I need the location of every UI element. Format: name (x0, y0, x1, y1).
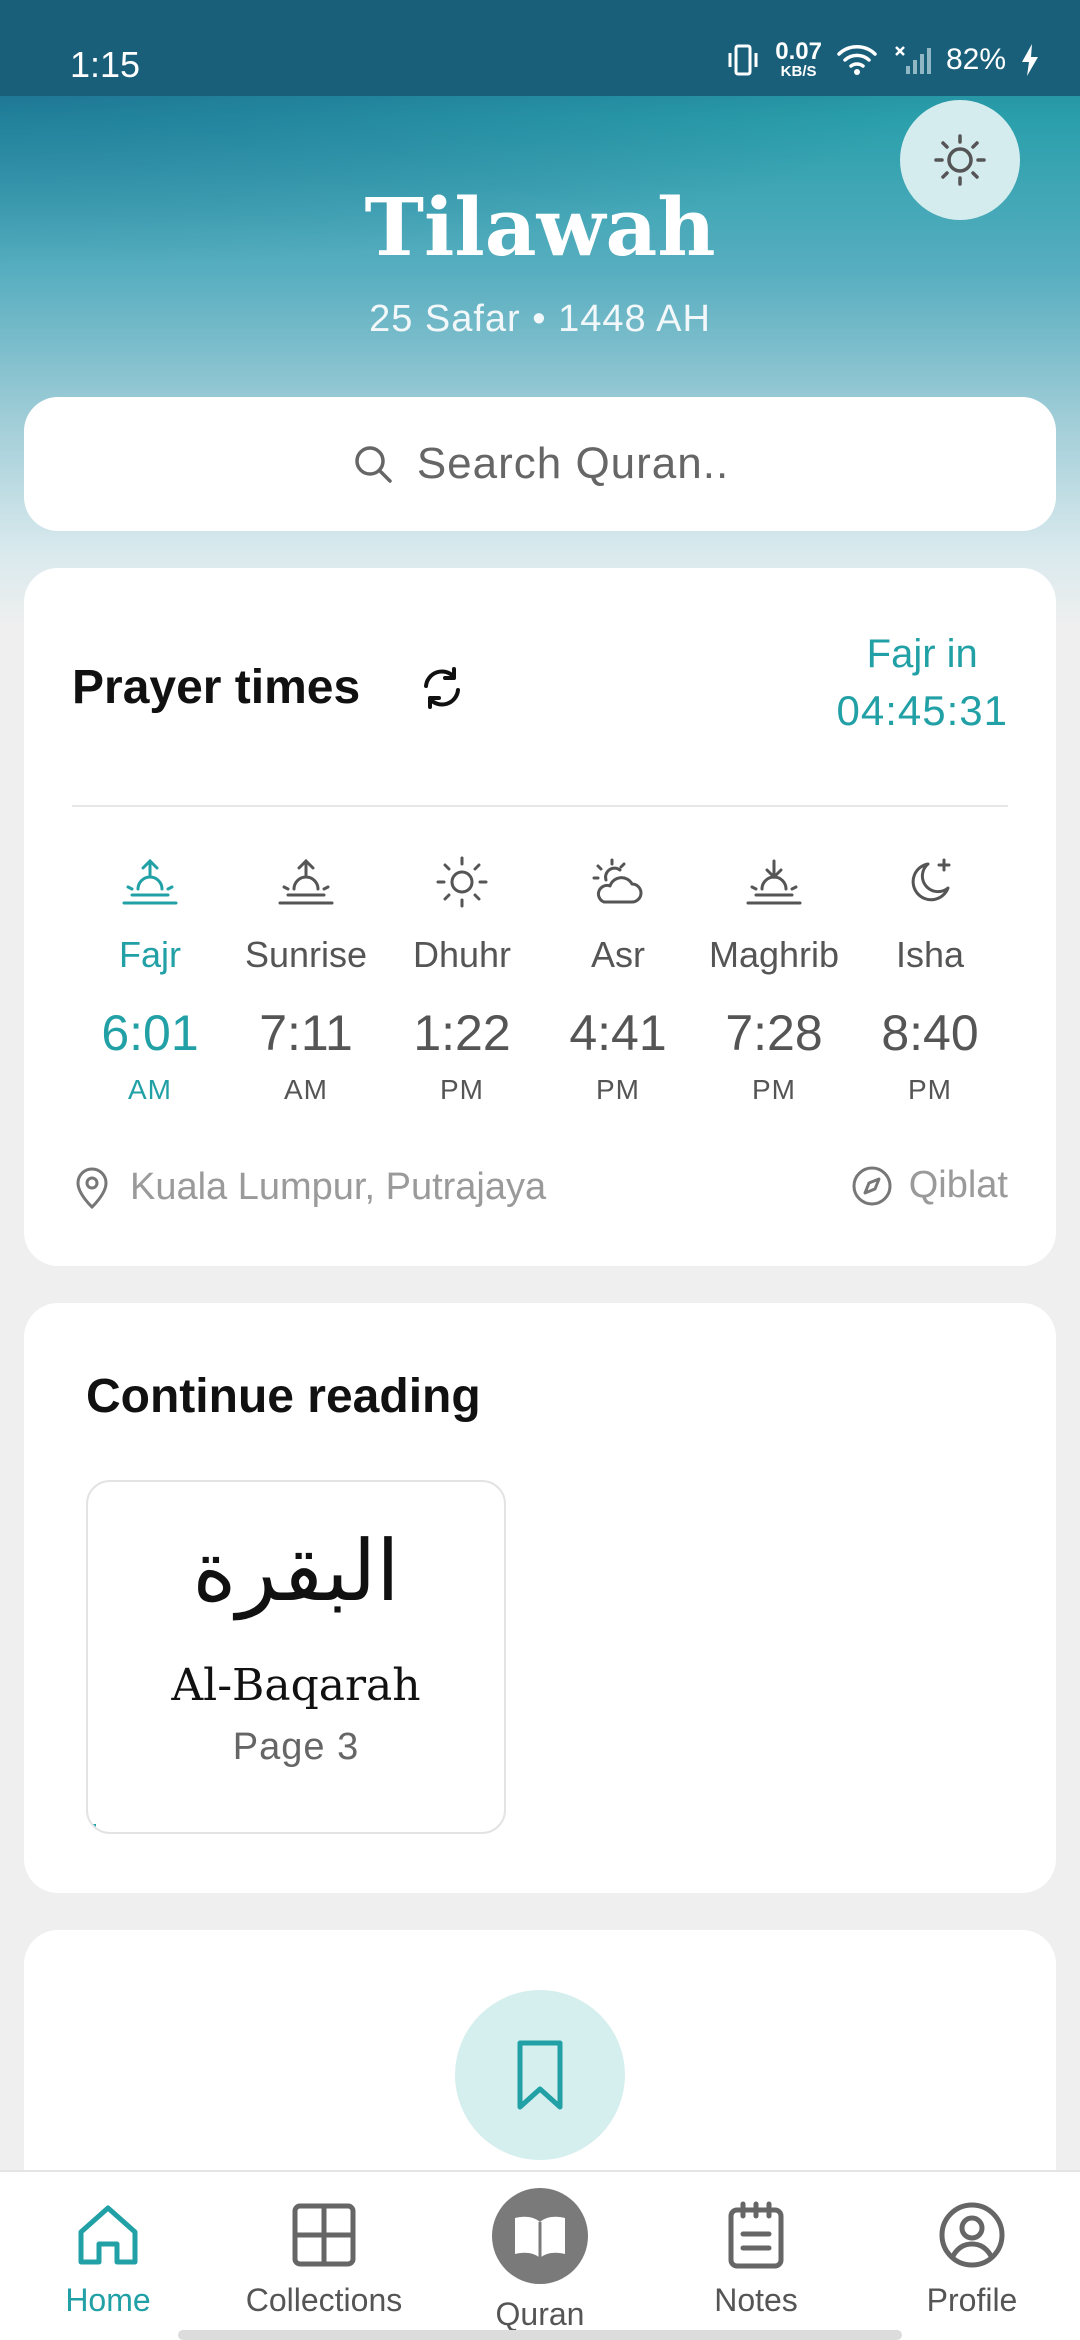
nav-notes-label: Notes (714, 2282, 798, 2318)
prayer-slot-fajr[interactable]: Fajr 6:01 AM (72, 850, 228, 1106)
prayer-slot-dhuhr[interactable]: Dhuhr 1:22 PM (384, 850, 540, 1106)
sunrise-up-icon (122, 858, 178, 905)
prayer-time: 7:11 (259, 1005, 353, 1061)
prayer-times-row: Fajr 6:01 AM Sunrise 7:11 AM Dhuhr 1:22 … (72, 850, 1008, 1106)
battery-percent: 82% (945, 42, 1006, 76)
sun-icon (436, 856, 488, 908)
notepad-icon (728, 2201, 784, 2269)
wifi-icon (837, 44, 877, 75)
status-time: 1:15 (70, 44, 141, 85)
app-title: Tilawah (364, 180, 716, 274)
location-pin-icon (76, 1167, 108, 1210)
bookmark-icon (517, 2040, 563, 2110)
network-speed-value: 0.07 (775, 38, 822, 65)
grid-icon (292, 2203, 356, 2267)
surah-arabic-name: البقرة (192, 1522, 400, 1620)
next-prayer-time: 04:45:31 (836, 687, 1008, 734)
prayer-slot-asr[interactable]: Asr 4:41 PM (540, 850, 696, 1106)
bookmark-button[interactable] (455, 1990, 625, 2160)
prayer-time: 1:22 (413, 1005, 511, 1061)
nav-notes[interactable]: Notes (656, 2200, 856, 2319)
prayer-ampm: PM (752, 1074, 796, 1105)
prayer-name: Fajr (119, 934, 181, 975)
next-prayer-countdown: Fajr in 04:45:31 (837, 632, 1009, 735)
prayer-slot-isha[interactable]: Isha 8:40 PM (852, 850, 1008, 1106)
divider (72, 805, 1008, 807)
network-speed: 0.07 KB/S (775, 38, 822, 80)
nav-collections[interactable]: Collections (224, 2200, 424, 2319)
home-icon (78, 2205, 138, 2265)
prayer-ampm: AM (128, 1074, 172, 1105)
hijri-date: 25 Safar • 1448 AH (369, 298, 711, 340)
continue-reading-title: Continue reading (86, 1370, 481, 1423)
location-selector[interactable]: Kuala Lumpur, Putrajaya (72, 1164, 546, 1210)
nav-home[interactable]: Home (8, 2200, 208, 2319)
prayer-ampm: PM (596, 1074, 640, 1105)
gesture-bar (178, 2330, 902, 2340)
nav-profile-label: Profile (926, 2282, 1018, 2318)
status-bar: 1:15 0.07 KB/S 82% (0, 0, 1080, 96)
prayer-time: 4:41 (569, 1005, 667, 1061)
prayer-ampm: PM (908, 1074, 952, 1105)
prayer-name: Dhuhr (412, 934, 512, 975)
prayer-name: Asr (591, 934, 645, 975)
refresh-icon[interactable] (414, 660, 470, 716)
signal-icon (895, 45, 931, 74)
prayer-name: Maghrib (708, 934, 840, 975)
prayer-ampm: AM (284, 1074, 328, 1105)
prayer-times-title: Prayer times (72, 661, 361, 714)
location-label: Kuala Lumpur, Putrajaya (130, 1165, 547, 1208)
search-icon (355, 446, 392, 483)
charging-icon (1022, 43, 1038, 76)
book-open-icon (515, 2216, 565, 2258)
next-prayer-label: Fajr in (866, 632, 978, 676)
nav-collections-label: Collections (245, 2282, 403, 2318)
search-input[interactable]: Search Quran.. (24, 397, 1056, 531)
reading-progress-bar (88, 1824, 97, 1832)
surah-page: Page 3 (232, 1726, 360, 1768)
bottom-navigation: Home Collections Quran Notes Profile (0, 2170, 1080, 2340)
prayer-time: 8:40 (881, 1005, 979, 1061)
user-circle-icon (939, 2202, 1005, 2268)
nav-quran[interactable]: Quran (440, 2188, 640, 2333)
qiblat-label: Qiblat (908, 1164, 1008, 1206)
prayer-time: 6:01 (101, 1005, 199, 1061)
nav-home-label: Home (65, 2282, 151, 2318)
nav-quran-label: Quran (495, 2296, 585, 2332)
prayer-time: 7:28 (725, 1005, 823, 1061)
vibrate-icon (728, 44, 758, 75)
nav-profile[interactable]: Profile (872, 2200, 1072, 2319)
prayer-ampm: PM (440, 1074, 484, 1105)
compass-icon (852, 1166, 892, 1205)
prayer-name: Sunrise (244, 934, 368, 975)
prayer-name: Isha (895, 934, 965, 975)
surah-name: Al-Baqarah (171, 1660, 421, 1711)
prayer-times-card: Prayer times Fajr in 04:45:31 Fajr 6:01 … (24, 568, 1056, 1266)
network-speed-unit: KB/S (780, 63, 817, 80)
sunset-down-icon (746, 859, 802, 905)
search-placeholder: Search Quran.. (416, 439, 730, 488)
moon-star-icon (911, 858, 951, 902)
prayer-slot-sunrise[interactable]: Sunrise 7:11 AM (228, 850, 384, 1106)
quran-icon-circle (492, 2188, 588, 2284)
prayer-slot-maghrib[interactable]: Maghrib 7:28 PM (696, 850, 852, 1106)
sun-cloud-icon (592, 858, 643, 904)
surah-card[interactable]: البقرة Al-Baqarah Page 3 (86, 1480, 506, 1834)
qiblat-button[interactable]: Qiblat (851, 1164, 1008, 1207)
sunrise-up-icon (278, 858, 334, 905)
continue-reading-card: Continue reading البقرة Al-Baqarah Page … (24, 1303, 1056, 1893)
